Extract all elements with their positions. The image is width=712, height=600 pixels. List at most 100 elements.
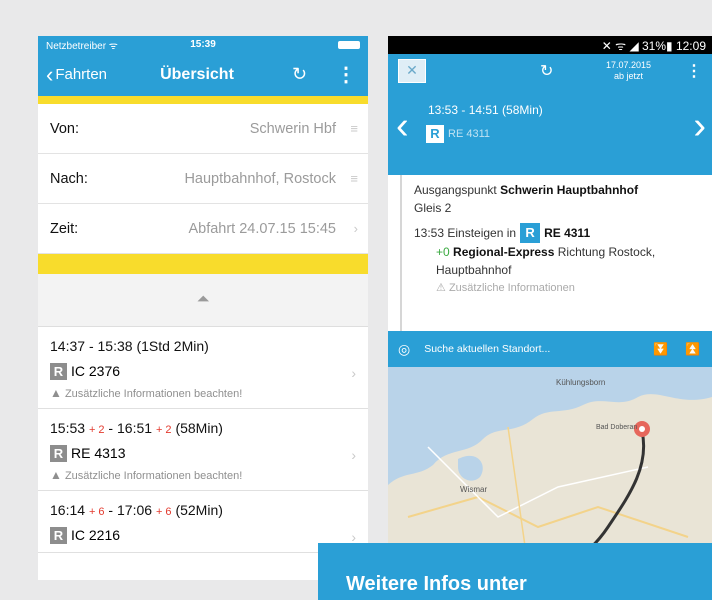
start-value: Schwerin Hauptbahnhof	[500, 183, 639, 197]
form-row[interactable]: Nach: Hauptbahnhof, Rostock ≡	[38, 154, 368, 204]
more-vertical-icon[interactable]: ⋮	[336, 62, 356, 87]
map-label: Wismar	[460, 485, 487, 494]
connection-train: R IC 2216	[50, 524, 358, 546]
info-banner: Weitere Infos unter	[318, 543, 712, 600]
chevron-right-icon: ›	[351, 365, 356, 381]
ios-screen: Netzbetreiber ᯤ 15:39 ‹ Fahrten Übersich…	[38, 36, 368, 580]
start-time: 15:53	[50, 420, 86, 436]
boarding-time: 13:53 Einsteigen in	[414, 226, 517, 240]
start-time: 14:37	[50, 338, 86, 354]
platform: Gleis 2	[414, 201, 452, 215]
duration: (52Min)	[175, 502, 223, 518]
expand-up-icon[interactable]: ⏫	[685, 342, 700, 356]
date-selector[interactable]: 17.07.2015 ab jetzt	[606, 60, 651, 82]
trip-header: ‹ 13:53 - 14:51 (58Min) R RE 4311 ›	[388, 87, 712, 175]
end-delay: + 2	[155, 424, 172, 436]
form-row[interactable]: Zeit: Abfahrt 24.07.15 15:45 ›	[38, 204, 368, 254]
back-label: Fahrten	[55, 66, 108, 83]
start-point: Ausgangspunkt Schwerin Hauptbahnhof	[414, 181, 704, 199]
delay-value: +0	[436, 245, 450, 259]
refresh-icon[interactable]: ↻	[540, 61, 553, 81]
connection-item[interactable]: 14:37 - 15:38 (1Std 2Min) R IC 2376 ▲ Zusät…	[38, 327, 368, 409]
regional-badge-icon: R	[426, 125, 444, 143]
trip-time: 13:53 - 14:51 (58Min)	[428, 103, 543, 117]
more-vertical-icon[interactable]: ⋮	[686, 61, 702, 81]
connection-time: 15:53 + 2 - 16:51 + 2 (58Min)	[50, 420, 223, 436]
date-sub: ab jetzt	[614, 70, 644, 81]
yellow-divider	[38, 96, 368, 104]
end-time: 16:51	[117, 420, 153, 436]
warning-text: Zusätzliche Informationen beachten!	[64, 388, 243, 400]
form-row-value: Schwerin Hbf	[249, 120, 336, 137]
connection-warning: ▲ Zusätzliche Informationen beachten!	[50, 386, 358, 402]
warning-icon: ▲	[50, 468, 62, 482]
train-info: +0 Regional-Express Richtung Rostock, Ha…	[414, 243, 704, 279]
direction-label: Richtung	[557, 245, 606, 259]
train-name: RE 4313	[71, 445, 126, 461]
boarding-train: RE 4311	[544, 226, 591, 240]
connection-warning: ▲ Zusätzliche Informationen beachten!	[50, 468, 358, 484]
additional-info-label: Zusätzliche Informationen	[448, 282, 575, 294]
train-name: IC 2376	[71, 363, 121, 379]
double-chevron-up-icon: ⏶	[196, 291, 210, 308]
refresh-icon[interactable]: ↻	[292, 64, 307, 85]
form-row-label: Nach:	[50, 170, 88, 187]
warning-icon: ▲	[50, 386, 62, 400]
info-banner-text: Weitere Infos unter	[346, 573, 527, 595]
yellow-bar	[38, 254, 368, 274]
form-row-trailing-icon: ›	[353, 221, 358, 236]
search-label: Suche aktuellen Standort...	[424, 343, 551, 355]
regional-badge-icon: R	[50, 444, 67, 462]
train-type: Regional-Express	[453, 245, 555, 259]
form-row-trailing-icon: ≡	[350, 121, 358, 136]
train-name: IC 2216	[71, 527, 121, 543]
trip-detail: Ausgangspunkt Schwerin Hauptbahnhof Glei…	[388, 175, 712, 331]
start-delay: + 2	[88, 424, 105, 436]
boarding-step: 13:53 Einsteigen in R RE 4311	[414, 223, 704, 243]
location-search-bar[interactable]: ◎ Suche aktuellen Standort... ⏬ ⏫	[388, 331, 712, 367]
chevron-right-icon: ›	[351, 447, 356, 463]
connection-train: R RE 4313	[50, 442, 358, 464]
connection-time: 16:14 + 6 - 17:06 + 6 (52Min)	[50, 502, 223, 518]
end-time: 17:06	[117, 502, 153, 518]
map-label: Kühlungsborn	[556, 378, 605, 387]
regional-badge-icon: R	[520, 223, 541, 243]
start-delay: + 6	[88, 506, 105, 518]
chevron-left-icon: ‹	[46, 61, 54, 87]
end-delay: + 6	[155, 506, 172, 518]
form-row[interactable]: Von: Schwerin Hbf ≡	[38, 104, 368, 154]
map-label: Bad Doberan	[596, 424, 637, 431]
android-screen: ✕ ᯤ ◢ 31%▮ 12:09 ✕ ↻ 17.07.2015 ab jetzt…	[388, 36, 712, 600]
end-time: 15:38	[97, 338, 133, 354]
additional-info-link[interactable]: ⚠ Zusätzliche Informationen	[414, 279, 704, 297]
android-toolbar: ✕ ↻ 17.07.2015 ab jetzt ⋮	[388, 54, 712, 87]
start-label: Ausgangspunkt	[414, 183, 497, 197]
connection-time: 14:37 - 15:38 (1Std 2Min)	[50, 338, 209, 354]
warning-icon: ⚠	[436, 282, 446, 294]
back-button[interactable]: ‹ Fahrten	[38, 61, 108, 87]
page-title: Übersicht	[160, 65, 234, 83]
duration: (1Std 2Min)	[136, 338, 209, 354]
collapse-down-icon[interactable]: ⏬	[653, 342, 668, 356]
status-time: 15:39	[190, 39, 216, 50]
warning-text: Zusätzliche Informationen beachten!	[64, 470, 243, 482]
start-time: 16:14	[50, 502, 86, 518]
ios-status-bar: Netzbetreiber ᯤ 15:39	[38, 36, 368, 53]
duration: (58Min)	[175, 420, 223, 436]
form-row-label: Von:	[50, 120, 80, 137]
gps-target-icon: ◎	[398, 340, 411, 357]
regional-badge-icon: R	[50, 362, 67, 380]
trip-train-label: RE 4311	[448, 128, 490, 140]
android-status-bar: ✕ ᯤ ◢ 31%▮ 12:09	[388, 36, 712, 54]
form-row-label: Zeit:	[50, 220, 79, 237]
form-row-trailing-icon: ≡	[350, 171, 358, 186]
form-row-value: Hauptbahnhof, Rostock	[184, 170, 336, 187]
collapse-button[interactable]: ⏶	[38, 274, 368, 327]
ios-navbar: ‹ Fahrten Übersicht ↻ ⋮	[38, 53, 368, 96]
app-logo-icon[interactable]: ✕	[398, 58, 426, 83]
form-row-value: Abfahrt 24.07.15 15:45	[188, 220, 336, 237]
previous-trip-button[interactable]: ‹	[396, 107, 409, 145]
connection-item[interactable]: 15:53 + 2 - 16:51 + 2 (58Min) R RE 4313 ▲ Z…	[38, 409, 368, 491]
route-line	[400, 175, 402, 331]
next-trip-button[interactable]: ›	[693, 107, 706, 145]
